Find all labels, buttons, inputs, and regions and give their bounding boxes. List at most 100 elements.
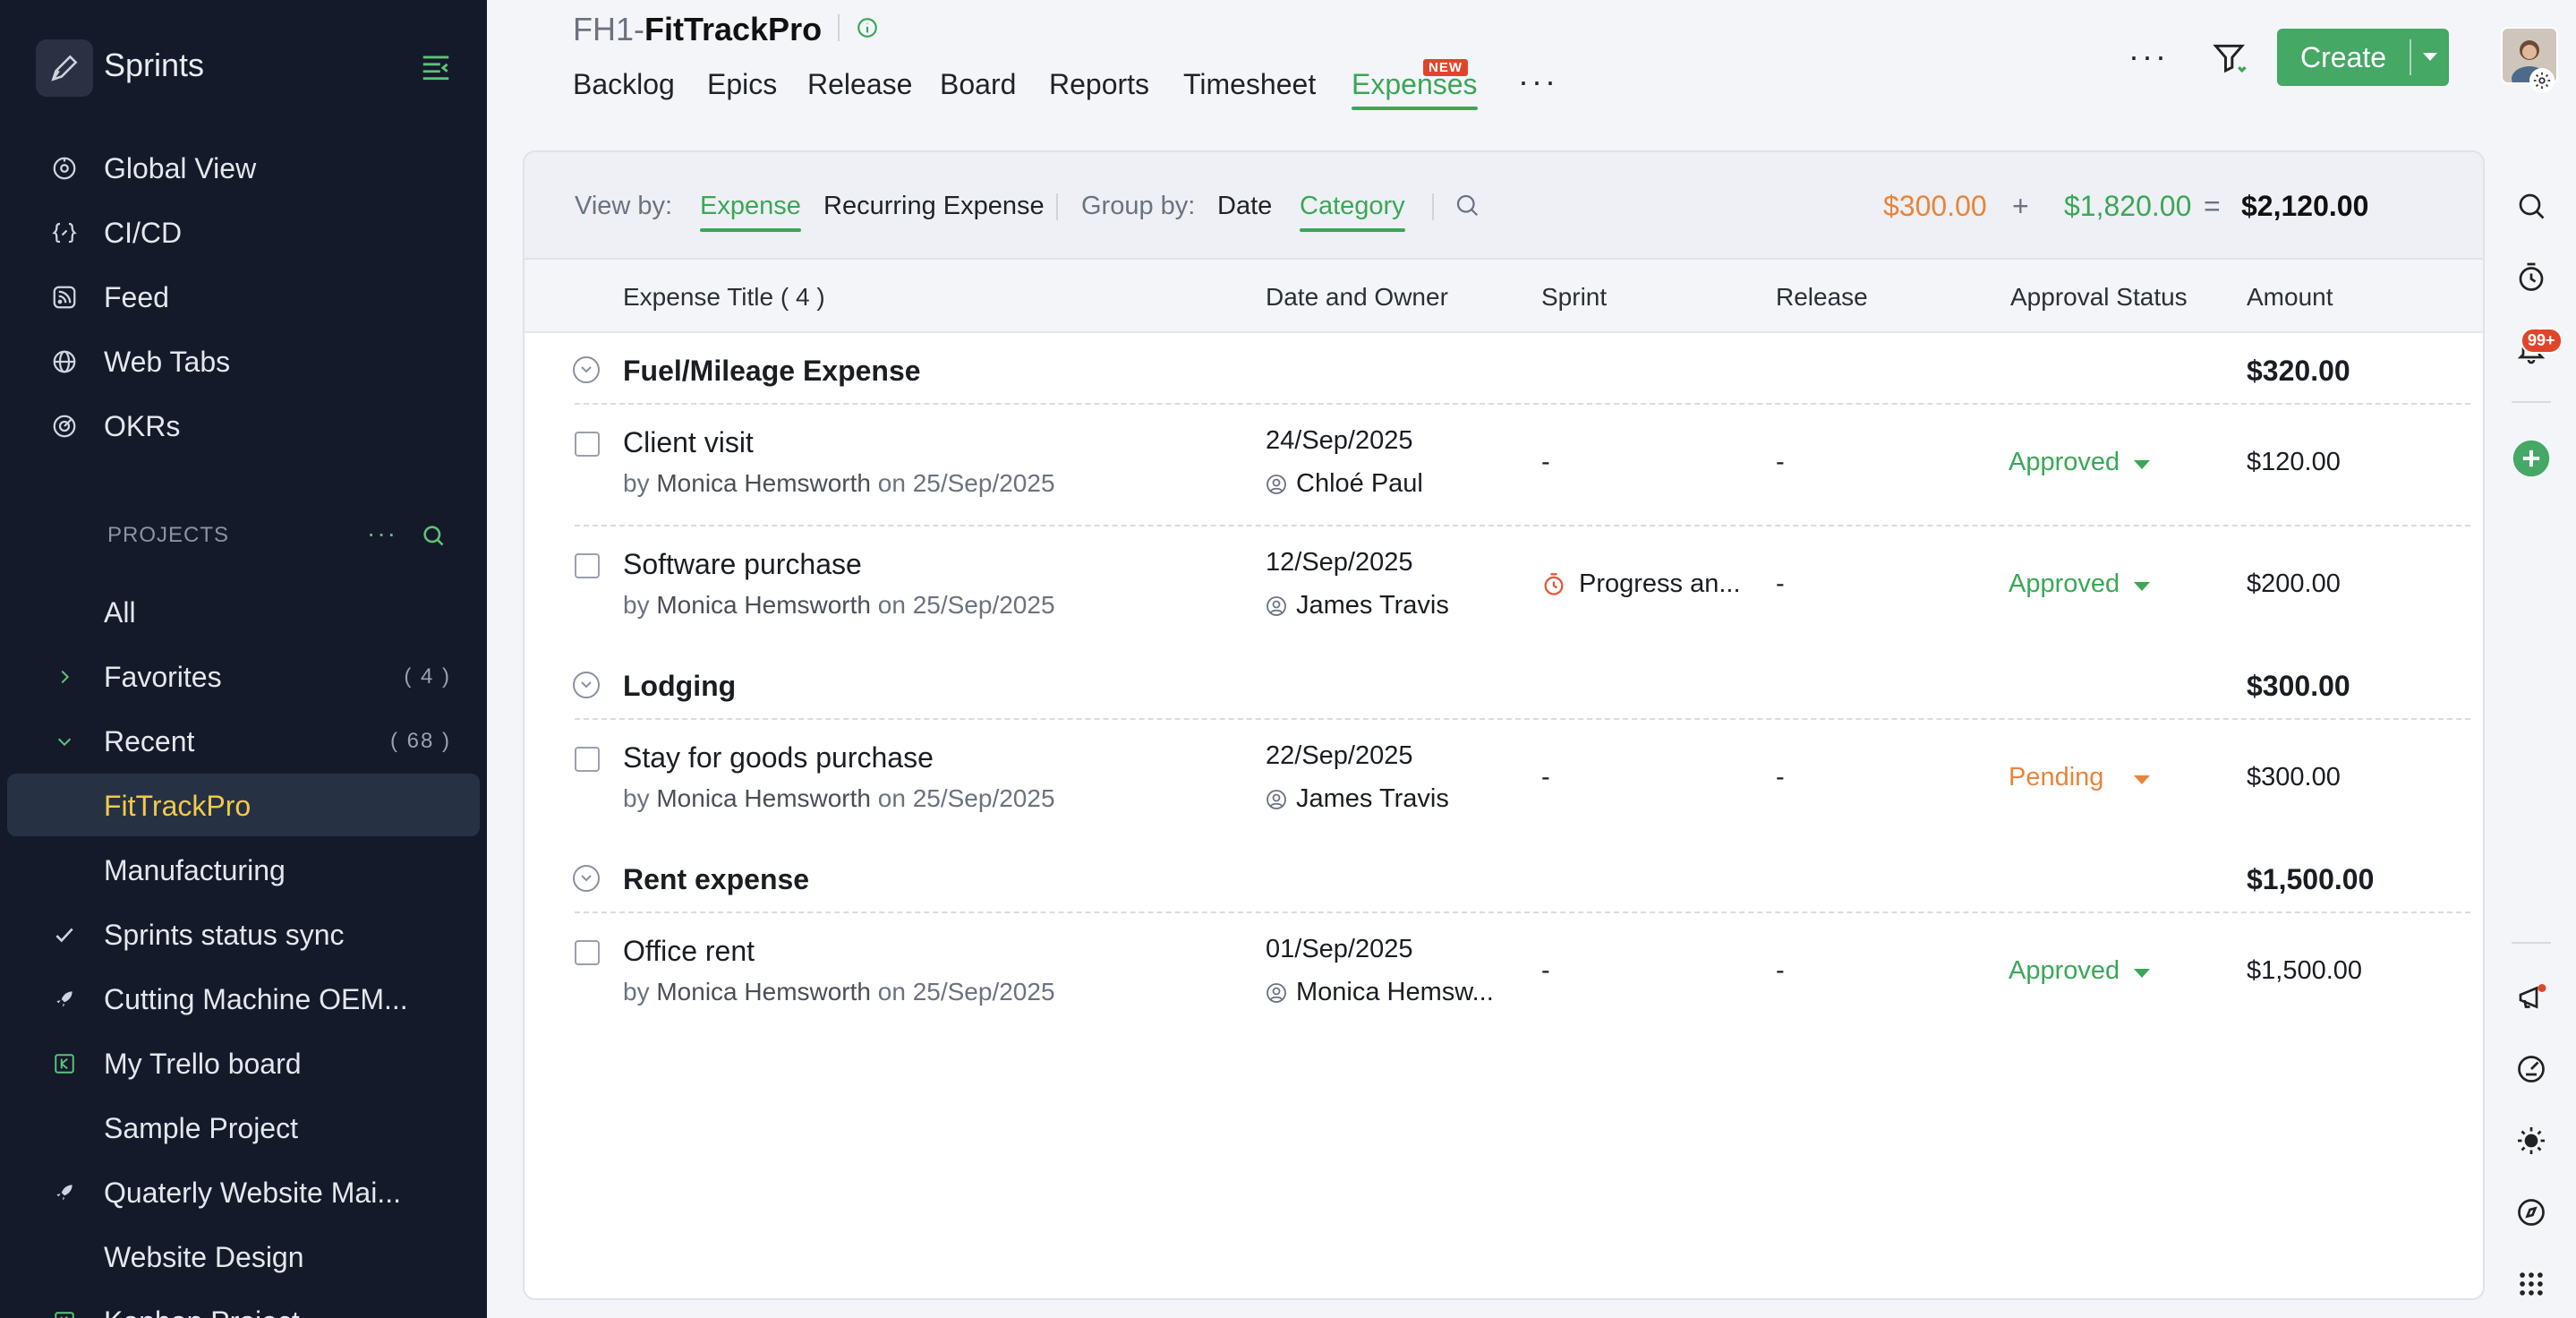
add-circle-icon[interactable] xyxy=(2506,433,2556,484)
expenses-panel: View by: Expense Recurring Expense Group… xyxy=(523,150,2485,1300)
new-badge: NEW xyxy=(1423,59,1468,76)
expense-owner: Monica Hemsw... xyxy=(1266,978,1494,1007)
collapse-sidebar-icon[interactable] xyxy=(419,50,453,84)
sidebar-item-label: CI/CD xyxy=(104,216,183,249)
expense-search-icon[interactable] xyxy=(1454,192,1480,223)
approval-status-dropdown[interactable]: Approved xyxy=(2009,569,2150,599)
column-release[interactable]: Release xyxy=(1776,283,1868,312)
row-checkbox[interactable] xyxy=(575,940,600,965)
collapse-group-icon[interactable] xyxy=(573,672,600,698)
group-by-category[interactable]: Category xyxy=(1300,192,1405,232)
feed-icon xyxy=(50,283,79,312)
sidebar-item-recent[interactable]: Recent ( 68 ) xyxy=(0,709,487,774)
view-by-recurring-expense[interactable]: Recurring Expense xyxy=(823,192,1045,221)
sidebar-item-global-view[interactable]: Global View xyxy=(0,136,487,201)
sidebar-item-web-tabs[interactable]: Web Tabs xyxy=(0,330,487,394)
table-row[interactable]: Office rent by Monica Hemsworth on 25/Se… xyxy=(525,913,2483,1033)
toolbar-divider xyxy=(1432,193,1434,220)
announcement-icon[interactable] xyxy=(2506,972,2556,1023)
check-icon xyxy=(50,920,79,949)
expense-date: 12/Sep/2025 xyxy=(1266,548,1413,577)
settings-gear-icon[interactable] xyxy=(2529,68,2555,93)
projects-search-icon[interactable] xyxy=(421,523,446,552)
sidebar-item-label: Kanban Project xyxy=(104,1305,300,1318)
tabs-more-icon[interactable]: ··· xyxy=(1518,63,1558,100)
chevron-down-icon xyxy=(2134,460,2150,469)
theme-sun-icon[interactable] xyxy=(2506,1116,2556,1166)
collapse-group-icon[interactable] xyxy=(573,865,600,892)
expense-amount: $200.00 xyxy=(2247,569,2341,598)
expense-title[interactable]: Client visit xyxy=(623,426,754,459)
tab-epics[interactable]: Epics xyxy=(707,68,777,101)
sidebar-project-cutting-machine[interactable]: Cutting Machine OEM... xyxy=(0,967,487,1031)
expense-title[interactable]: Stay for goods purchase xyxy=(623,741,934,775)
table-row[interactable]: Software purchase by Monica Hemsworth on… xyxy=(525,526,2483,646)
column-amount[interactable]: Amount xyxy=(2247,283,2333,312)
sidebar-item-label: All xyxy=(104,595,136,629)
sidebar-item-favorites[interactable]: Favorites ( 4 ) xyxy=(0,645,487,709)
expense-amount: $300.00 xyxy=(2247,763,2341,792)
view-by-label: View by: xyxy=(575,192,673,220)
sidebar-item-label: Sprints status sync xyxy=(104,918,345,951)
expense-date: 22/Sep/2025 xyxy=(1266,741,1413,770)
filter-icon[interactable] xyxy=(2211,39,2250,83)
sidebar-item-feed[interactable]: Feed xyxy=(0,265,487,330)
table-row[interactable]: Stay for goods purchase by Monica Hemswo… xyxy=(525,720,2483,840)
sidebar-item-okrs[interactable]: OKRs xyxy=(0,394,487,458)
project-breadcrumb: FH1-FitTrackPro xyxy=(573,11,822,48)
tab-timesheet[interactable]: Timesheet xyxy=(1183,68,1316,101)
expense-group: Rent expense $1,500.00 xyxy=(525,843,2483,917)
sidebar-project-my-trello-board[interactable]: My Trello board xyxy=(0,1031,487,1096)
sidebar-project-quaterly-website[interactable]: Quaterly Website Mai... xyxy=(0,1160,487,1225)
tab-reports[interactable]: Reports xyxy=(1049,68,1149,101)
info-icon[interactable] xyxy=(856,16,879,44)
sidebar-item-all[interactable]: All xyxy=(0,580,487,645)
create-dropdown-icon[interactable] xyxy=(2411,52,2449,63)
column-date-owner[interactable]: Date and Owner xyxy=(1266,283,1448,312)
grand-total: $2,120.00 xyxy=(2241,190,2369,222)
sidebar-project-kanban-project[interactable]: Kanban Project xyxy=(0,1289,487,1318)
more-options-icon[interactable]: ··· xyxy=(2128,38,2169,75)
collapse-group-icon[interactable] xyxy=(573,356,600,383)
tab-backlog[interactable]: Backlog xyxy=(573,68,675,101)
expense-title[interactable]: Office rent xyxy=(623,935,755,968)
column-approval-status[interactable]: Approval Status xyxy=(2010,283,2188,312)
projects-more-icon[interactable]: ··· xyxy=(367,519,397,548)
sidebar-item-label: Recent xyxy=(104,724,195,757)
sidebar-project-sample-project[interactable]: Sample Project xyxy=(0,1096,487,1160)
tab-board[interactable]: Board xyxy=(940,68,1016,101)
cicd-icon xyxy=(50,218,79,247)
expense-sprint[interactable]: Progress an... xyxy=(1541,569,1741,599)
sidebar-item-cicd[interactable]: CI/CD xyxy=(0,201,487,265)
group-by-date[interactable]: Date xyxy=(1217,192,1272,221)
expense-submitter: by Monica Hemsworth on 25/Sep/2025 xyxy=(623,469,1055,497)
group-name: Rent expense xyxy=(623,863,810,895)
row-checkbox[interactable] xyxy=(575,432,600,457)
table-row[interactable]: Client visit by Monica Hemsworth on 25/S… xyxy=(525,405,2483,525)
sidebar-project-manufacturing[interactable]: Manufacturing xyxy=(0,838,487,903)
speed-gauge-icon[interactable] xyxy=(2506,1044,2556,1094)
row-checkbox[interactable] xyxy=(575,553,600,578)
search-icon[interactable] xyxy=(2506,181,2556,231)
create-button[interactable]: Create xyxy=(2277,29,2449,86)
sidebar-project-fittrackpro[interactable]: FitTrackPro xyxy=(0,774,487,838)
row-checkbox[interactable] xyxy=(575,747,600,772)
app-grid-icon[interactable] xyxy=(2506,1259,2556,1309)
favorites-count: ( 4 ) xyxy=(404,664,451,689)
sidebar-project-sprints-status-sync[interactable]: Sprints status sync xyxy=(0,903,487,967)
column-expense-title[interactable]: Expense Title ( 4 ) xyxy=(623,283,825,312)
project-name[interactable]: FitTrackPro xyxy=(644,11,822,47)
approval-status-dropdown[interactable]: Approved xyxy=(2009,956,2150,986)
timer-icon[interactable] xyxy=(2506,252,2556,303)
view-by-expense[interactable]: Expense xyxy=(700,192,801,232)
approval-status-dropdown[interactable]: Approved xyxy=(2009,448,2150,477)
approval-status-dropdown[interactable]: Pending xyxy=(2009,763,2150,792)
expense-amount: $1,500.00 xyxy=(2247,956,2363,985)
sidebar-project-website-design[interactable]: Website Design xyxy=(0,1225,487,1289)
compass-icon[interactable] xyxy=(2506,1187,2556,1237)
column-sprint[interactable]: Sprint xyxy=(1541,283,1607,312)
group-amount: $320.00 xyxy=(2247,355,2350,387)
tab-release[interactable]: Release xyxy=(807,68,912,101)
expense-group: Lodging $300.00 xyxy=(525,650,2483,723)
expense-title[interactable]: Software purchase xyxy=(623,548,862,581)
